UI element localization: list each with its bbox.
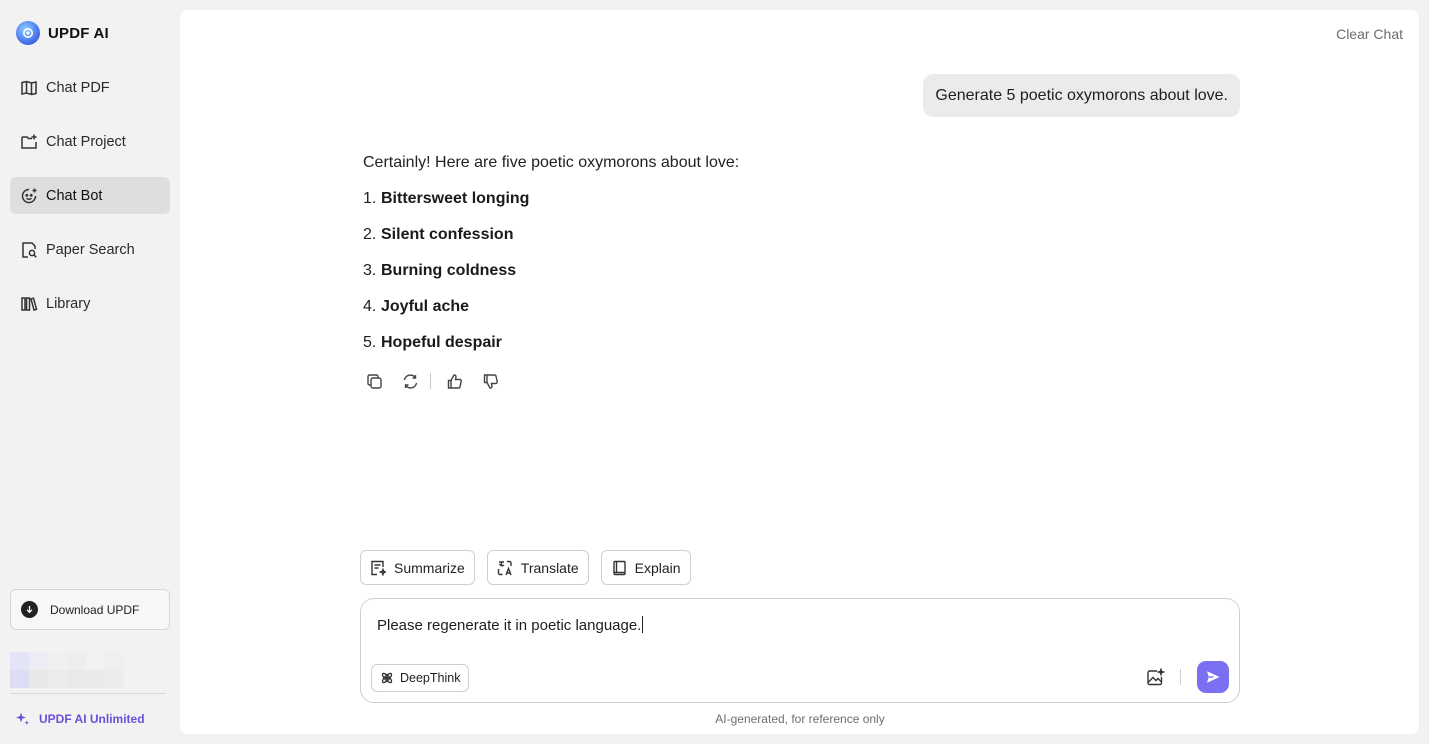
quick-actions: Summarize Translate Explain xyxy=(360,550,691,585)
translate-label: Translate xyxy=(520,559,579,576)
sidebar-item-label: Chat Bot xyxy=(46,187,103,204)
explain-button[interactable]: Explain xyxy=(600,550,691,585)
actions-divider xyxy=(430,373,431,389)
unlimited-label: UPDF AI Unlimited xyxy=(39,711,145,726)
thumbs-up-icon xyxy=(447,373,462,389)
sidebar: UPDF AI Chat PDF Chat Project Chat Bot P… xyxy=(0,0,180,744)
deepthink-label: DeepThink xyxy=(400,671,461,685)
list-term: Joyful ache xyxy=(381,298,470,315)
list-item: 5. Hopeful despair xyxy=(363,333,1063,369)
list-term: Bittersweet longing xyxy=(381,190,530,207)
account-avatar[interactable] xyxy=(10,652,143,688)
list-number: 4. xyxy=(363,298,377,315)
atom-icon xyxy=(381,672,393,684)
sidebar-divider xyxy=(10,693,166,694)
send-button[interactable] xyxy=(1197,661,1229,693)
updf-logo-icon xyxy=(16,21,40,45)
sidebar-item-chat-pdf[interactable]: Chat PDF xyxy=(10,69,170,106)
brand-name: UPDF AI xyxy=(48,24,109,42)
sidebar-item-chat-bot[interactable]: Chat Bot xyxy=(10,177,170,214)
list-number: 5. xyxy=(363,334,377,351)
list-item: 2. Silent confession xyxy=(363,225,1063,261)
deepthink-toggle[interactable]: DeepThink xyxy=(371,664,470,692)
translate-icon xyxy=(497,560,512,575)
send-icon xyxy=(1207,671,1220,683)
document-search-icon xyxy=(22,241,37,258)
download-updf-button[interactable]: Download UPDF xyxy=(10,589,170,630)
summarize-icon xyxy=(371,560,386,576)
regenerate-button[interactable] xyxy=(400,371,420,391)
thumbs-up-button[interactable] xyxy=(444,371,464,391)
reply-intro: Certainly! Here are five poetic oxymoron… xyxy=(363,154,740,171)
book-open-icon xyxy=(21,80,37,95)
copy-icon xyxy=(366,373,382,389)
sidebar-item-library[interactable]: Library xyxy=(10,285,170,322)
user-message-bubble: Generate 5 poetic oxymorons about love. xyxy=(923,74,1240,117)
brand[interactable]: UPDF AI xyxy=(16,21,109,45)
sidebar-item-label: Paper Search xyxy=(46,241,135,258)
refresh-icon xyxy=(403,373,417,389)
summarize-label: Summarize xyxy=(394,559,465,576)
list-term: Silent confession xyxy=(381,226,514,243)
composer-divider xyxy=(1180,669,1181,685)
sidebar-item-chat-project[interactable]: Chat Project xyxy=(10,123,170,160)
list-item: 3. Burning coldness xyxy=(363,261,1063,297)
translate-button[interactable]: Translate xyxy=(486,550,589,585)
message-input-value: Please regenerate it in poetic language. xyxy=(377,617,642,634)
upload-image-button[interactable] xyxy=(1144,666,1166,688)
list-term: Burning coldness xyxy=(381,262,517,279)
download-icon xyxy=(21,601,38,618)
list-item: 4. Joyful ache xyxy=(363,297,1063,333)
explain-label: Explain xyxy=(634,559,681,576)
list-item: 1. Bittersweet longing xyxy=(363,189,1063,225)
download-label: Download UPDF xyxy=(50,602,140,617)
sidebar-item-paper-search[interactable]: Paper Search xyxy=(10,231,170,268)
thumbs-down-button[interactable] xyxy=(480,371,500,391)
explain-book-icon xyxy=(612,560,626,575)
upgrade-unlimited-link[interactable]: UPDF AI Unlimited xyxy=(15,711,145,726)
message-composer[interactable]: Please regenerate it in poetic language.… xyxy=(360,598,1240,703)
image-sparkle-icon xyxy=(1146,667,1165,685)
thumbs-down-icon xyxy=(483,373,498,389)
ai-disclaimer: AI-generated, for reference only xyxy=(715,712,885,726)
list-term: Hopeful despair xyxy=(381,334,502,351)
message-input[interactable]: Please regenerate it in poetic language. xyxy=(377,616,1177,634)
chat-panel: Clear Chat Generate 5 poetic oxymorons a… xyxy=(180,10,1419,734)
list-number: 2. xyxy=(363,226,377,243)
sidebar-item-label: Library xyxy=(46,295,91,312)
reply-actions xyxy=(364,371,516,391)
clear-chat-button[interactable]: Clear Chat xyxy=(1336,26,1403,42)
folder-plus-icon xyxy=(21,134,37,149)
sidebar-nav: Chat PDF Chat Project Chat Bot Paper Sea… xyxy=(10,69,170,339)
assistant-reply: Certainly! Here are five poetic oxymoron… xyxy=(363,154,1063,369)
text-caret xyxy=(642,616,644,633)
copy-button[interactable] xyxy=(364,371,384,391)
sidebar-item-label: Chat Project xyxy=(46,133,126,150)
sparkle-icon xyxy=(16,712,29,725)
library-icon xyxy=(21,296,38,311)
summarize-button[interactable]: Summarize xyxy=(360,550,475,585)
list-number: 1. xyxy=(363,190,377,207)
bot-chat-icon xyxy=(21,188,37,203)
list-number: 3. xyxy=(363,262,377,279)
sidebar-item-label: Chat PDF xyxy=(46,79,110,96)
reply-list: 1. Bittersweet longing 2. Silent confessio… xyxy=(363,189,1063,369)
